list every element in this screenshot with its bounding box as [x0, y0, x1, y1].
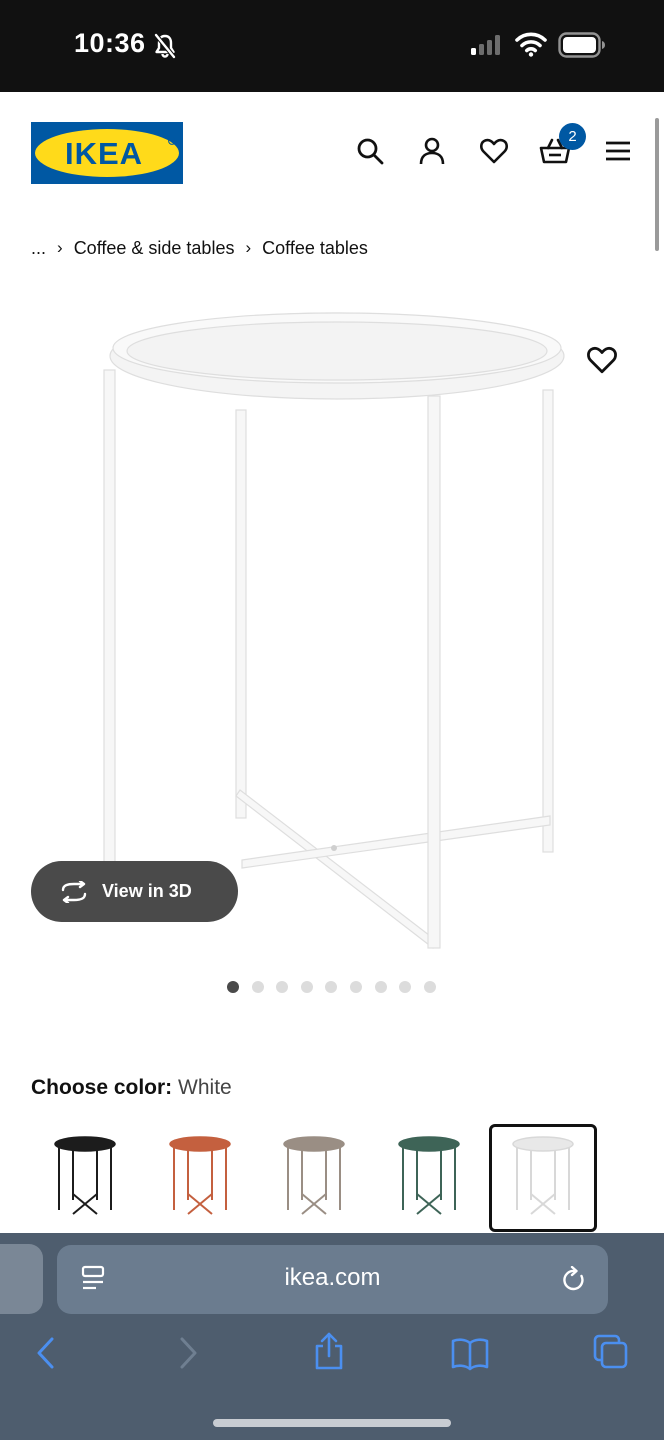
carousel-dot[interactable]: [325, 981, 338, 993]
svg-text:IKEA: IKEA: [65, 136, 143, 171]
tray-table-thumbnail: [168, 1136, 231, 1215]
color-swatch-list: [31, 1124, 631, 1234]
color-swatch[interactable]: [489, 1124, 597, 1232]
color-swatch[interactable]: [31, 1124, 139, 1232]
breadcrumb-ellipsis[interactable]: ...: [31, 238, 46, 259]
choose-color-heading: Choose color: White: [31, 1076, 232, 1100]
tabs-icon[interactable]: [593, 1334, 629, 1370]
color-swatch[interactable]: [260, 1124, 368, 1232]
battery-icon: [558, 32, 605, 58]
bell-slash-icon: [154, 33, 176, 59]
screen: 10:36 IKEA 2 ... › Coffee & side tables …: [0, 0, 664, 1440]
home-indicator: [213, 1419, 451, 1427]
carousel-dot[interactable]: [374, 981, 387, 993]
tray-table-thumbnail: [397, 1136, 460, 1215]
search-icon[interactable]: [355, 136, 385, 166]
selected-color-value: White: [178, 1076, 232, 1099]
breadcrumb-coffee-tables[interactable]: Coffee tables: [262, 238, 368, 259]
view-in-3d-label: View in 3D: [102, 881, 192, 901]
status-bar: 10:36: [0, 0, 664, 92]
heart-icon[interactable]: [479, 136, 509, 166]
carousel-dot[interactable]: [349, 981, 362, 993]
url-text: ikea.com: [284, 1264, 381, 1291]
choose-color-label: Choose color:: [31, 1076, 173, 1099]
tray-table-thumbnail: [283, 1136, 345, 1215]
carousel-dot[interactable]: [227, 981, 239, 993]
tray-table-thumbnail: [54, 1136, 116, 1215]
carousel-dot[interactable]: [300, 981, 313, 993]
forward-chevron-icon[interactable]: [176, 1335, 200, 1371]
ikea-logo[interactable]: IKEA: [31, 122, 183, 184]
color-swatch[interactable]: [146, 1124, 254, 1232]
reload-icon[interactable]: [561, 1266, 587, 1294]
breadcrumb: ... › Coffee & side tables › Coffee tabl…: [31, 236, 368, 260]
carousel-dot[interactable]: [399, 981, 412, 993]
page-scrollbar[interactable]: [655, 118, 659, 251]
account-icon[interactable]: [417, 136, 447, 166]
carousel-dot[interactable]: [423, 981, 436, 993]
view-in-3d-button[interactable]: View in 3D: [31, 861, 238, 922]
carousel-dot[interactable]: [276, 981, 289, 993]
chevron-right-icon: ›: [245, 238, 252, 257]
rotate-3d-icon: [61, 880, 87, 903]
site-header: IKEA: [0, 92, 664, 217]
cart-count-badge: 2: [559, 123, 586, 150]
wifi-icon: [515, 32, 547, 57]
share-icon[interactable]: [313, 1331, 345, 1371]
breadcrumb-coffee-side-tables[interactable]: Coffee & side tables: [74, 238, 235, 259]
menu-icon[interactable]: [603, 136, 633, 166]
add-to-favorites-heart-icon[interactable]: [586, 344, 618, 376]
tray-table-thumbnail: [512, 1136, 574, 1215]
image-carousel-dots: [227, 981, 436, 993]
back-chevron-icon[interactable]: [34, 1335, 58, 1371]
color-swatch[interactable]: [375, 1124, 483, 1232]
previous-tab-peek[interactable]: [0, 1244, 43, 1314]
status-time: 10:36: [74, 28, 146, 58]
carousel-dot[interactable]: [251, 981, 264, 993]
chevron-right-icon: ›: [57, 238, 63, 257]
cellular-signal-icon: [471, 35, 500, 55]
bookmarks-book-icon[interactable]: [450, 1337, 490, 1371]
